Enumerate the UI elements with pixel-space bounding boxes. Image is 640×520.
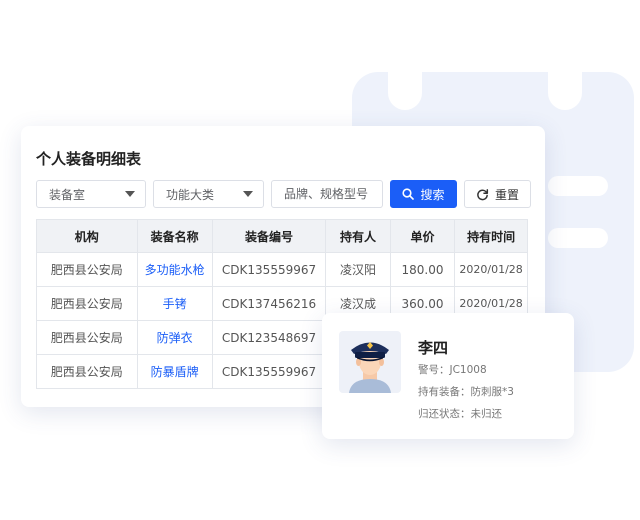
department-select-value: 装备室	[49, 187, 86, 202]
officer-profile-card: 李四 警号：JC1008 持有装备：防刺服*3 归还状态：未归还	[322, 313, 574, 439]
column-header: 单价	[389, 219, 456, 253]
cell-equipment-name[interactable]: 手铐	[136, 286, 213, 321]
chevron-down-icon	[243, 191, 253, 197]
cell-equipment-id: CDK137456216	[211, 286, 327, 321]
cell-hold-date: 2020/01/28	[454, 252, 528, 287]
column-header: 装备名称	[136, 219, 213, 253]
officer-name: 李四	[418, 339, 449, 357]
column-header: 持有人	[325, 219, 391, 253]
cell-price: 180.00	[389, 252, 456, 287]
cell-equipment-id: CDK135559967	[211, 354, 327, 389]
page-title: 个人装备明细表	[36, 150, 142, 168]
officer-held-equipment: 持有装备：防刺服*3	[418, 386, 514, 398]
category-select-value: 功能大类	[166, 187, 215, 202]
cell-equipment-id: CDK135559967	[211, 252, 327, 287]
search-icon	[402, 188, 415, 200]
department-select[interactable]: 装备室	[36, 180, 146, 208]
cell-equipment-name[interactable]: 多功能水枪	[136, 252, 213, 287]
police-officer-icon	[349, 342, 391, 393]
officer-badge-number: 警号：JC1008	[418, 364, 487, 376]
search-button[interactable]: 搜索	[390, 180, 457, 208]
category-select[interactable]: 功能大类	[153, 180, 264, 208]
officer-return-status: 归还状态：未归还	[418, 408, 502, 420]
cell-equipment-id: CDK123548697	[211, 320, 327, 355]
column-header: 机构	[36, 219, 138, 253]
cell-org: 肥西县公安局	[36, 252, 138, 287]
table-row[interactable]: 肥西县公安局 多功能水枪 CDK135559967 凌汉阳 180.00 202…	[36, 252, 528, 287]
cell-org: 肥西县公安局	[36, 320, 138, 355]
cell-org: 肥西县公安局	[36, 286, 138, 321]
reset-button-label: 重置	[494, 187, 519, 202]
model-search-input[interactable]	[271, 180, 383, 208]
table-header-row: 机构 装备名称 装备编号 持有人 单价 持有时间	[36, 219, 528, 253]
search-button-label: 搜索	[420, 187, 445, 202]
cell-equipment-name[interactable]: 防弹衣	[136, 320, 213, 355]
refresh-icon	[477, 188, 489, 200]
cell-equipment-name[interactable]: 防暴盾牌	[136, 354, 213, 389]
cell-org: 肥西县公安局	[36, 354, 138, 389]
column-header: 装备编号	[211, 219, 327, 253]
column-header: 持有时间	[454, 219, 528, 253]
reset-button[interactable]: 重置	[464, 180, 531, 208]
cell-holder: 凌汉阳	[325, 252, 391, 287]
avatar	[339, 331, 401, 393]
chevron-down-icon	[125, 191, 135, 197]
